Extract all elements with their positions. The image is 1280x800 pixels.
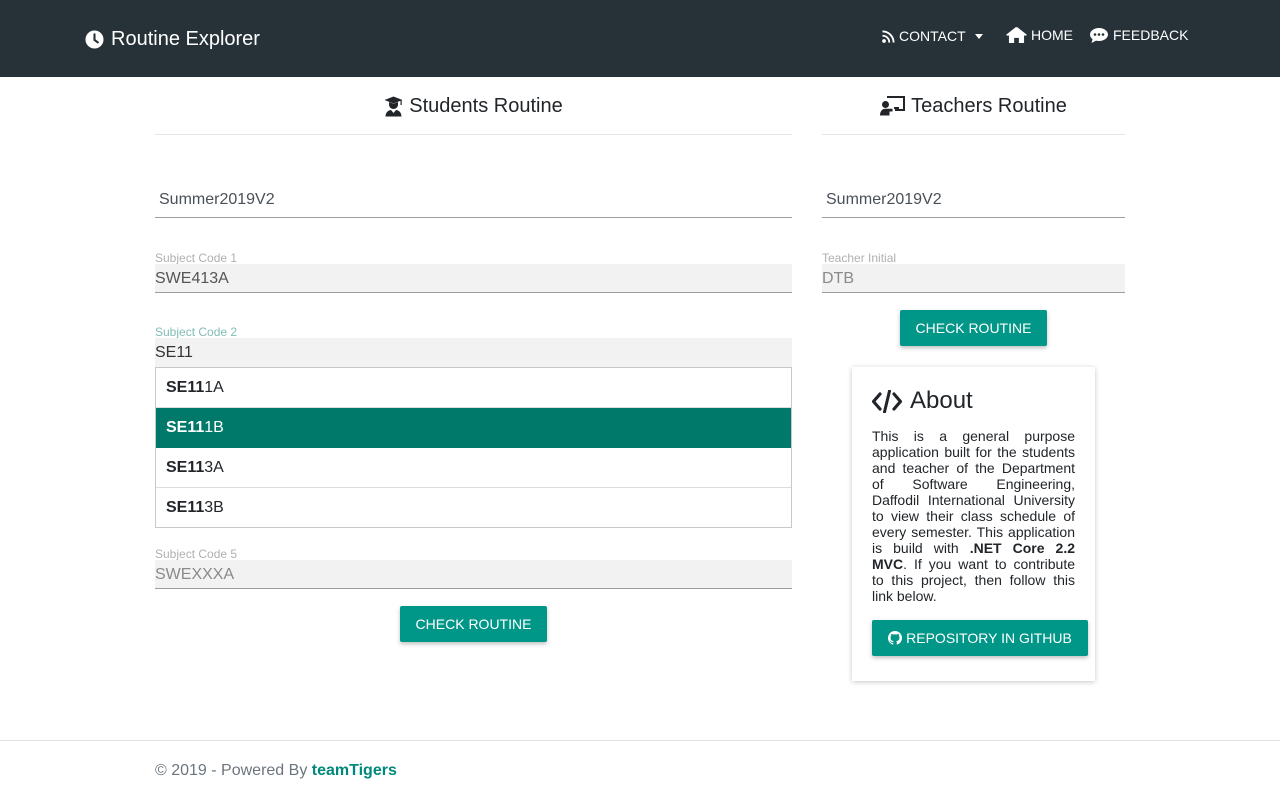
about-title-text: About xyxy=(910,387,973,414)
nav-contact-dropdown[interactable]: CONTACT xyxy=(882,25,983,47)
code-icon xyxy=(872,389,902,413)
students-title-text: Students Routine xyxy=(409,94,563,117)
teachers-semester-field[interactable]: Summer2019V2 xyxy=(822,188,1125,218)
nav-home-label: HOME xyxy=(1031,27,1073,43)
autocomplete-dropdown: SE111A SE111B SE113A SE113B xyxy=(155,367,792,528)
subject-code-1-input[interactable]: SWE413A xyxy=(155,264,792,293)
teachers-routine-title: Teachers Routine xyxy=(822,93,1125,119)
about-text-part: . If you want to contribute to this proj… xyxy=(872,556,1075,604)
comment-dots-icon xyxy=(1090,27,1108,43)
brand-title: Routine Explorer xyxy=(111,27,260,50)
subject-code-2-label: Subject Code 2 xyxy=(155,325,238,339)
subject-code-5-label: Subject Code 5 xyxy=(155,547,238,561)
students-routine-title: Students Routine xyxy=(155,93,792,119)
nav-feedback-link[interactable]: FEEDBACK xyxy=(1089,24,1188,46)
autocomplete-option-selected[interactable]: SE111B xyxy=(156,408,791,448)
github-button-label: REPOSITORY IN GITHUB xyxy=(906,630,1072,646)
subject-code-5-input[interactable]: SWEXXXA xyxy=(155,560,792,589)
students-check-routine-button[interactable]: CHECK ROUTINE xyxy=(400,606,547,642)
autocomplete-option[interactable]: SE111A xyxy=(156,368,791,408)
user-graduate-icon xyxy=(384,96,403,116)
about-description: This is a general purpose application bu… xyxy=(872,428,1075,604)
footer-divider xyxy=(0,740,1280,741)
option-rest-text: 3A xyxy=(204,459,224,476)
teachers-title-text: Teachers Routine xyxy=(911,94,1067,117)
repository-github-button[interactable]: REPOSITORY IN GITHUB xyxy=(872,620,1088,656)
about-text-part: This is a general purpose application bu… xyxy=(872,428,1075,556)
footer: © 2019 - Powered By teamTigers xyxy=(155,762,397,780)
home-icon xyxy=(1006,26,1027,43)
teacher-initial-label: Teacher Initial xyxy=(822,251,897,265)
option-match-text: SE11 xyxy=(166,379,205,396)
teacher-initial-input[interactable]: DTB xyxy=(822,264,1125,293)
option-match-text: SE11 xyxy=(166,419,205,436)
option-match-text: SE11 xyxy=(166,459,205,476)
option-rest-text: 1A xyxy=(204,379,224,396)
nav-home-link[interactable]: HOME xyxy=(1006,24,1073,46)
about-title: About xyxy=(872,387,973,415)
teachers-check-routine-button[interactable]: CHECK ROUTINE xyxy=(900,310,1047,346)
option-rest-text: 3B xyxy=(204,499,224,516)
caret-down-icon xyxy=(974,33,983,39)
option-rest-text: 1B xyxy=(204,419,224,436)
option-match-text: SE11 xyxy=(166,499,205,516)
students-semester-field[interactable]: Summer2019V2 xyxy=(155,188,792,218)
github-icon xyxy=(888,631,903,645)
chalkboard-teacher-icon xyxy=(880,96,906,116)
footer-brand-link[interactable]: teamTigers xyxy=(312,762,397,779)
autocomplete-option[interactable]: SE113A xyxy=(156,448,791,488)
nav-feedback-label: FEEDBACK xyxy=(1113,27,1189,43)
subject-code-2-input[interactable]: SE11 xyxy=(155,338,792,367)
rss-icon xyxy=(882,29,895,43)
about-card: About This is a general purpose applicat… xyxy=(852,367,1095,681)
subject-code-1-label: Subject Code 1 xyxy=(155,251,238,265)
brand-link[interactable]: Routine Explorer xyxy=(85,27,260,51)
teachers-divider xyxy=(822,134,1125,135)
navbar: Routine Explorer CONTACT HOME FEEDBACK xyxy=(0,0,1280,77)
nav-contact-label: CONTACT xyxy=(899,28,966,44)
autocomplete-option[interactable]: SE113B xyxy=(156,488,791,527)
footer-text: © 2019 - Powered By xyxy=(155,762,312,779)
clock-icon xyxy=(85,29,104,49)
students-divider xyxy=(155,134,792,135)
